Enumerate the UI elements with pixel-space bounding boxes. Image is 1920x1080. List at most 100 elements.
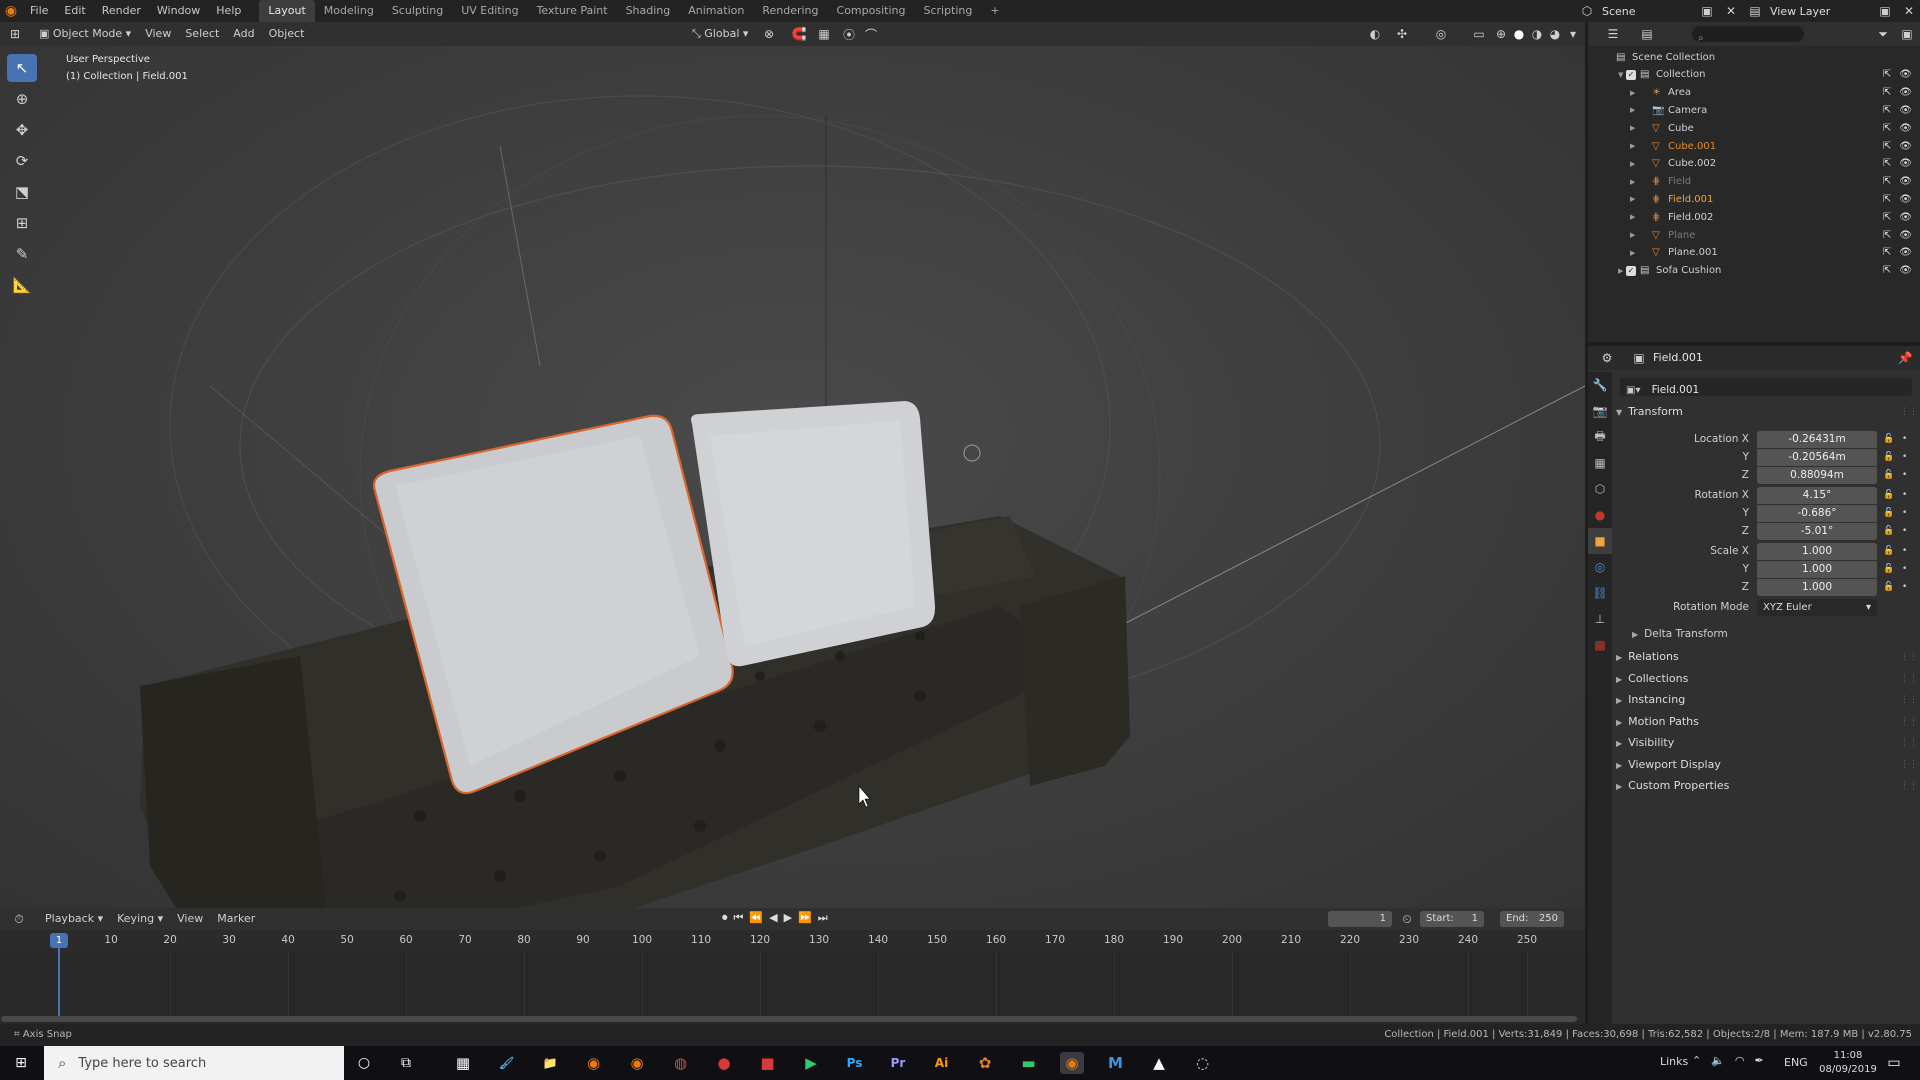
outliner-row-scene-collection[interactable]: ▤ Scene Collection	[1588, 48, 1920, 66]
eye-icon[interactable]: 👁	[1899, 194, 1912, 205]
transform-panel-header[interactable]: ▼ Transform	[1616, 405, 1683, 418]
windows-start-icon[interactable]: ⊞	[9, 1052, 33, 1074]
viewport-menu-select[interactable]: Select	[178, 22, 226, 46]
expand-arrow-icon[interactable]: ▶	[1630, 195, 1635, 203]
record-icon[interactable]: ⏺	[722, 911, 728, 925]
pivot-icon[interactable]: ⊗	[760, 25, 778, 43]
panel-viewport-display[interactable]: ▶ Viewport Display	[1616, 758, 1721, 771]
tab-scripting[interactable]: Scripting	[914, 0, 981, 22]
expand-arrow-icon[interactable]: ▶	[1630, 231, 1635, 239]
panel-grip-icon[interactable]: ⋮⋮	[1900, 407, 1918, 417]
world-tab-icon[interactable]: ●	[1588, 502, 1612, 528]
taskbar-colors-icon[interactable]: ✿	[973, 1052, 997, 1074]
lock-icon[interactable]: 🔓	[1883, 490, 1894, 500]
new-view-layer-icon[interactable]: ▣	[1876, 2, 1894, 20]
expand-arrow-icon[interactable]: ▶	[1630, 89, 1635, 97]
panel-visibility[interactable]: ▶ Visibility	[1616, 736, 1674, 749]
new-scene-icon[interactable]: ▣	[1698, 2, 1716, 20]
select-toggle-icon[interactable]: ⇱	[1883, 265, 1891, 276]
eye-icon[interactable]: 👁	[1899, 105, 1912, 116]
cortana-icon[interactable]: ○	[352, 1052, 376, 1074]
filter-icon[interactable]: ⏷	[1874, 25, 1892, 43]
display-mode-icon[interactable]: ▤	[1638, 25, 1656, 43]
select-box-tool-icon[interactable]: ↖	[7, 54, 37, 82]
view-layer-tab-icon[interactable]: ▦	[1588, 450, 1612, 476]
expand-arrow-icon[interactable]: ▼	[1618, 71, 1623, 79]
eye-icon[interactable]: 👁	[1899, 69, 1912, 80]
links-toolbar[interactable]: Links	[1660, 1055, 1688, 1068]
panel-instancing[interactable]: ▶ Instancing	[1616, 693, 1685, 706]
snap-icon[interactable]: 🧲	[790, 25, 808, 43]
taskbar-blender-active-icon[interactable]: ◉	[1060, 1052, 1084, 1074]
eye-icon[interactable]: 👁	[1899, 230, 1912, 241]
end-frame-field[interactable]: End: 250	[1500, 911, 1564, 927]
overlay-icon[interactable]: ◎	[1432, 25, 1450, 43]
select-toggle-icon[interactable]: ⇱	[1883, 69, 1891, 80]
tab-layout[interactable]: Layout	[259, 0, 315, 22]
outliner-row-field[interactable]: ▶ ⋕ Field ⇱ 👁	[1588, 173, 1920, 191]
visibility-filter-icon[interactable]: ◐	[1366, 25, 1384, 43]
proportional-edit-icon[interactable]: ⦿	[840, 25, 858, 43]
measure-tool-icon[interactable]: 📐	[7, 271, 37, 299]
taskbar-paint-icon[interactable]: 🖌	[495, 1052, 519, 1074]
orientation-dropdown[interactable]: ⤡ Global ▾	[685, 22, 755, 46]
select-toggle-icon[interactable]: ⇱	[1883, 247, 1891, 258]
next-keyframe-icon[interactable]: ⏩	[798, 911, 812, 925]
panel-grip-icon[interactable]: ⋮⋮	[1900, 717, 1918, 727]
wifi-icon[interactable]: ◠	[1735, 1054, 1745, 1067]
expand-arrow-icon[interactable]: ▶	[1630, 124, 1635, 132]
taskbar-vscode-icon[interactable]: M	[1104, 1052, 1128, 1074]
start-frame-field[interactable]: Start: 1	[1420, 911, 1484, 927]
outliner-row-camera[interactable]: ▶ 📷 Camera ⇱ 👁	[1588, 101, 1920, 119]
eye-icon[interactable]: 👁	[1899, 176, 1912, 187]
new-collection-icon[interactable]: ▣	[1898, 25, 1916, 43]
checkbox-icon[interactable]: ✓	[1626, 69, 1636, 80]
rendered-shading-icon[interactable]: ◕	[1546, 25, 1564, 43]
lock-icon[interactable]: 🔓	[1883, 434, 1894, 444]
expand-arrow-icon[interactable]: ▶	[1630, 142, 1635, 150]
location-x-field[interactable]: -0.26431m	[1757, 431, 1877, 448]
properties-editor-icon[interactable]: ⚙	[1598, 349, 1616, 367]
task-view-icon[interactable]: ⧉	[394, 1052, 418, 1074]
current-frame-field[interactable]: 1	[1328, 911, 1392, 927]
constraints-tab-icon[interactable]: ⛓	[1588, 580, 1612, 606]
tab-sculpting[interactable]: Sculpting	[383, 0, 452, 22]
pin-icon[interactable]: 📌	[1896, 349, 1914, 367]
scale-y-field[interactable]: 1.000	[1757, 561, 1877, 578]
language-indicator[interactable]: ENG	[1784, 1056, 1808, 1069]
timeline-editor-icon[interactable]: ⏱	[10, 910, 28, 928]
rotate-tool-icon[interactable]: ⟳	[7, 147, 37, 175]
outliner-row-field-002[interactable]: ▶ ⋕ Field.002 ⇱ 👁	[1588, 208, 1920, 226]
gizmo-icon[interactable]: ✣	[1393, 25, 1411, 43]
mode-dropdown[interactable]: ▣ Object Mode ▾	[32, 22, 138, 46]
current-frame-marker[interactable]: 1	[50, 933, 68, 948]
lock-icon[interactable]: 🔓	[1883, 526, 1894, 536]
keyframe-dot-icon[interactable]: •	[1902, 470, 1907, 480]
playhead-line[interactable]	[58, 948, 60, 1016]
timeline-menu-playback[interactable]: Playback ▾	[38, 908, 110, 930]
eye-icon[interactable]: 👁	[1899, 212, 1912, 223]
expand-arrow-icon[interactable]: ▶	[1630, 160, 1635, 168]
tab-uv-editing[interactable]: UV Editing	[452, 0, 527, 22]
tab-animation[interactable]: Animation	[679, 0, 753, 22]
expand-arrow-icon[interactable]: ▶	[1630, 213, 1635, 221]
select-toggle-icon[interactable]: ⇱	[1883, 230, 1891, 241]
outliner-editor-icon[interactable]: ☰	[1604, 25, 1622, 43]
outliner-search-input[interactable]: ⌕	[1692, 26, 1804, 44]
expand-arrow-icon[interactable]: ▶	[1630, 178, 1635, 186]
shading-options-icon[interactable]: ▾	[1564, 25, 1582, 43]
taskbar-search-input[interactable]: ⌕ Type here to search	[44, 1046, 344, 1080]
menu-help[interactable]: Help	[208, 0, 249, 22]
eye-icon[interactable]: 👁	[1899, 247, 1912, 258]
falloff-icon[interactable]: ⌒	[862, 25, 880, 43]
lock-icon[interactable]: 🔓	[1883, 508, 1894, 518]
physics-tab-icon[interactable]: ◎	[1588, 554, 1612, 580]
taskbar-illustrator-icon[interactable]: Ai	[930, 1052, 954, 1074]
taskbar-app-red-icon[interactable]: ●	[712, 1052, 736, 1074]
data-tab-icon[interactable]: ⊥	[1588, 606, 1612, 632]
panel-grip-icon[interactable]: ⋮⋮	[1900, 652, 1918, 662]
keyframe-dot-icon[interactable]: •	[1902, 434, 1907, 444]
timeline-menu-keying[interactable]: Keying ▾	[110, 908, 170, 930]
keyframe-dot-icon[interactable]: •	[1902, 564, 1907, 574]
scale-tool-icon[interactable]: ⬔	[7, 178, 37, 206]
